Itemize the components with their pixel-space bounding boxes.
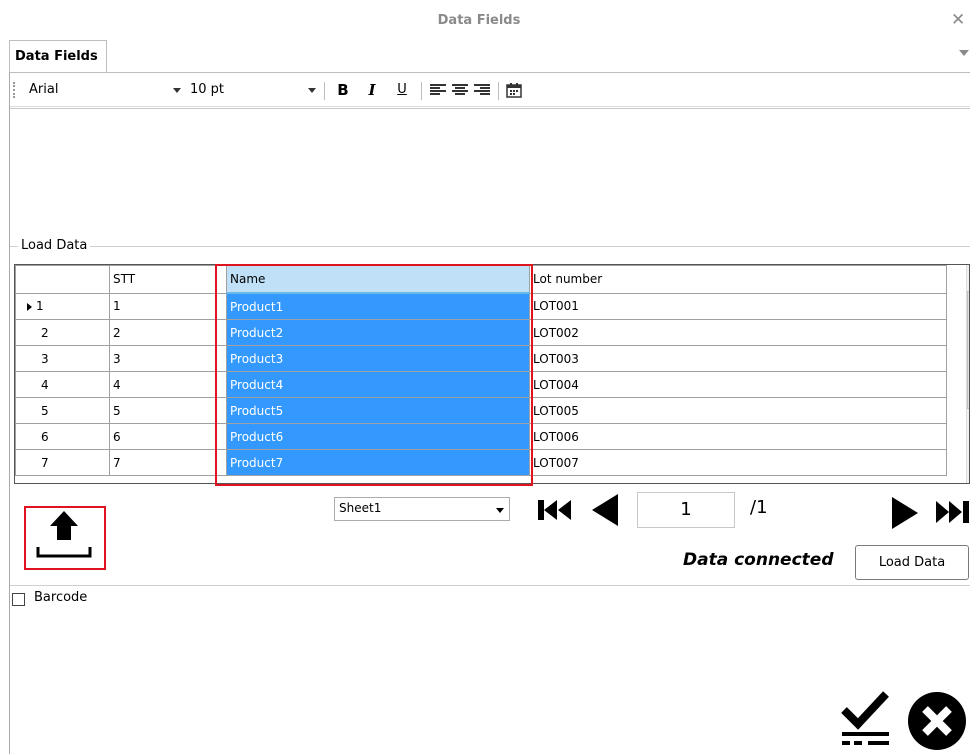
align-right-icon[interactable] (474, 84, 490, 96)
row-header[interactable]: 2 (15, 319, 110, 346)
barcode-label: Barcode (34, 590, 88, 605)
confirm-check-icon[interactable] (838, 688, 893, 746)
font-name-chevron-down-icon[interactable] (173, 88, 181, 93)
tabstrip-divider (9, 72, 970, 73)
cell-stt[interactable]: 3 (109, 345, 227, 372)
bold-button[interactable]: B (334, 80, 352, 100)
text-editor-area[interactable] (10, 108, 970, 239)
row-header[interactable]: 6 (15, 423, 110, 450)
cell-lot-number[interactable]: LOT001 (529, 292, 947, 320)
toolbar-grip-icon[interactable] (13, 82, 17, 98)
column-header-stt[interactable]: STT (109, 265, 227, 294)
underline-button[interactable]: U (394, 80, 410, 100)
close-icon[interactable]: ✕ (951, 10, 965, 30)
row-header[interactable]: 1 (15, 292, 110, 320)
format-toolbar (10, 74, 970, 107)
toolbar-separator (421, 82, 422, 100)
tab-menu-chevron-down-icon[interactable] (959, 50, 969, 56)
cell-lot-number[interactable]: LOT006 (529, 423, 947, 450)
row-header[interactable]: 3 (15, 345, 110, 372)
font-name-select[interactable]: Arial (29, 82, 58, 97)
sheet-chevron-down-icon[interactable] (496, 508, 504, 513)
page-number-input[interactable]: 1 (637, 492, 735, 528)
cell-lot-number[interactable]: LOT005 (529, 397, 947, 424)
align-left-icon[interactable] (430, 84, 446, 96)
align-center-icon[interactable] (452, 84, 468, 96)
cell-stt[interactable]: 7 (109, 449, 227, 476)
barcode-checkbox[interactable] (12, 593, 25, 606)
sheet-select[interactable]: Sheet1 (334, 497, 510, 521)
font-size-chevron-down-icon[interactable] (308, 88, 316, 93)
column-header-lot-number[interactable]: Lot number (529, 265, 947, 294)
cell-lot-number[interactable]: LOT002 (529, 319, 947, 346)
row-header[interactable]: 5 (15, 397, 110, 424)
data-connection-status: Data connected (683, 550, 834, 570)
tab-data-fields[interactable]: Data Fields (9, 40, 107, 72)
cell-stt[interactable]: 1 (109, 292, 227, 320)
cell-lot-number[interactable]: LOT007 (529, 449, 947, 476)
cell-stt[interactable]: 2 (109, 319, 227, 346)
italic-button[interactable]: I (364, 80, 380, 100)
toolbar-separator (324, 82, 325, 100)
page-total-label: /1 (750, 497, 768, 518)
window-title: Data Fields (437, 13, 521, 28)
upload-icon[interactable] (34, 511, 94, 561)
load-data-legend: Load Data (18, 238, 91, 253)
current-row-arrow-icon (27, 302, 32, 311)
row-header-corner (15, 265, 110, 294)
previous-page-icon[interactable] (588, 494, 622, 526)
cancel-x-circle-icon[interactable] (906, 690, 968, 752)
name-column-highlight-box (215, 264, 533, 486)
font-size-select[interactable]: 10 pt (190, 82, 224, 97)
cell-lot-number[interactable]: LOT003 (529, 345, 947, 372)
calendar-icon[interactable] (506, 82, 522, 98)
row-header[interactable]: 4 (15, 371, 110, 398)
cell-stt[interactable]: 6 (109, 423, 227, 450)
row-header[interactable]: 7 (15, 449, 110, 476)
toolbar-separator (498, 82, 499, 100)
load-data-button[interactable]: Load Data (855, 545, 969, 580)
last-page-icon[interactable] (934, 497, 970, 527)
next-page-icon[interactable] (890, 497, 920, 529)
first-page-icon[interactable] (536, 496, 574, 524)
cell-lot-number[interactable]: LOT004 (529, 371, 947, 398)
cell-stt[interactable]: 5 (109, 397, 227, 424)
cell-stt[interactable]: 4 (109, 371, 227, 398)
